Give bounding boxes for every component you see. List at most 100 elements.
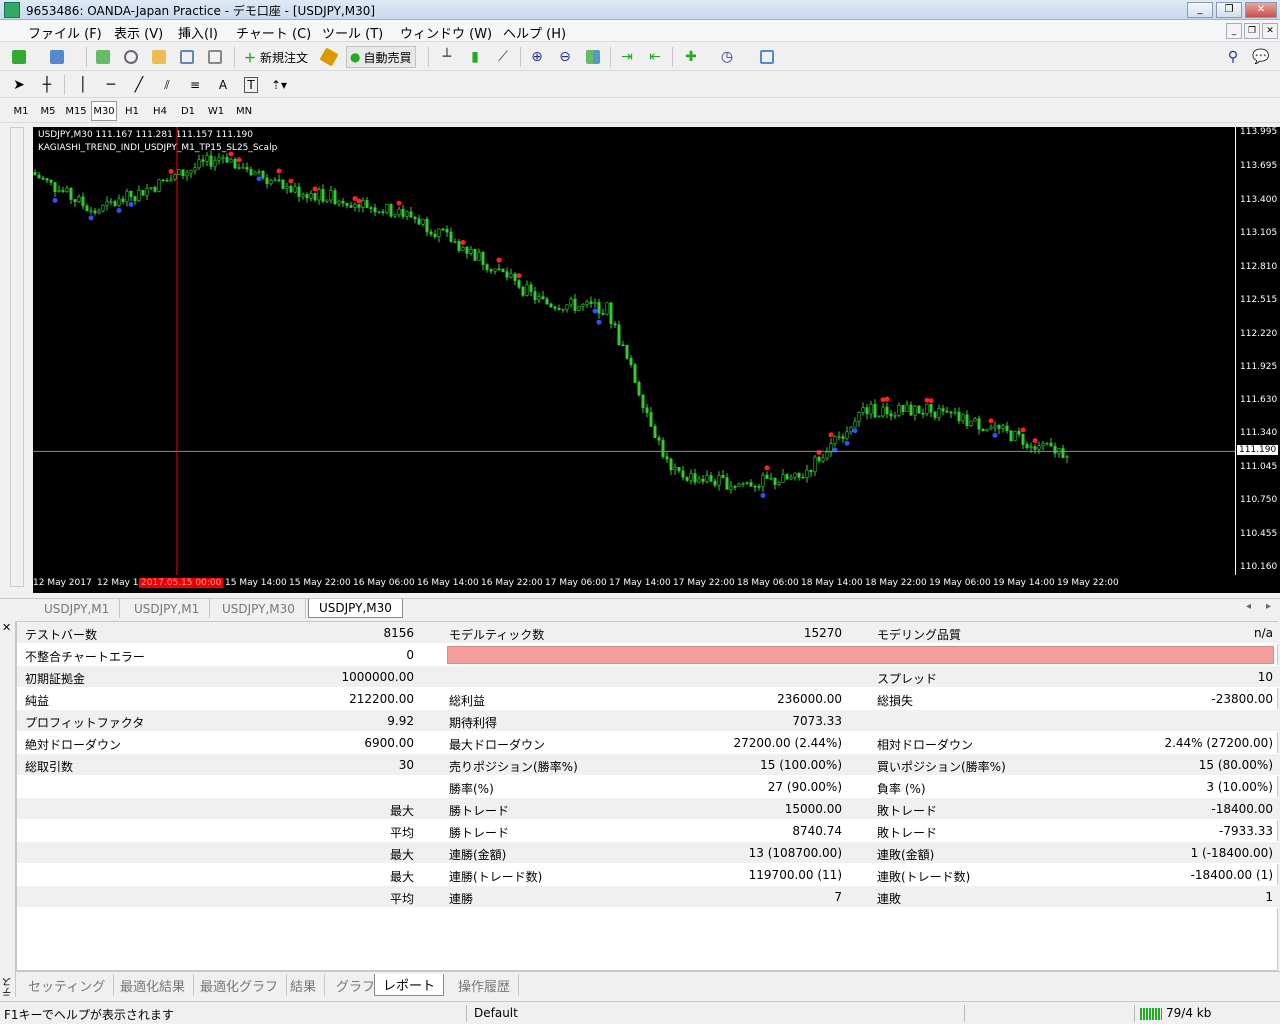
timeframe-w1[interactable]: W1 — [203, 101, 229, 121]
menu-tools[interactable]: ツール (T) — [322, 23, 383, 42]
arrows-icon[interactable]: ⇡▾ — [268, 74, 290, 96]
tab-scroll-right-icon[interactable]: ▸ — [1266, 601, 1271, 612]
candle-body — [561, 308, 565, 311]
menu-help[interactable]: ヘルプ (H) — [503, 23, 566, 42]
candle-body — [717, 475, 721, 486]
tile-windows-icon[interactable] — [582, 46, 604, 68]
candle-body — [441, 228, 445, 231]
chart-tab-usdjpy-m30-a[interactable]: USDJPY,M30 — [212, 599, 306, 618]
menu-chart[interactable]: チャート (C) — [236, 23, 311, 42]
indicators-icon[interactable]: ✚ — [680, 46, 702, 68]
line-chart-icon[interactable]: ⟋ — [492, 46, 514, 68]
candle-body — [473, 249, 477, 261]
metaeditor-icon[interactable] — [318, 46, 340, 68]
strategy-tester-icon[interactable] — [204, 46, 226, 68]
candle-body — [693, 473, 697, 483]
timeframe-m30[interactable]: M30 — [91, 101, 117, 121]
menu-file[interactable]: ファイル (F) — [28, 23, 102, 42]
equidistant-channel-icon[interactable]: ⫽ — [156, 74, 178, 96]
time-tick-label: 15 May 14:00 — [225, 578, 287, 588]
price-tick-label: 110.750 — [1240, 495, 1278, 506]
timeframe-m1[interactable]: M1 — [8, 101, 34, 121]
chart-tab-usdjpy-m30-b[interactable]: USDJPY,M30 — [308, 599, 403, 618]
candle-body — [725, 477, 729, 490]
tester-tab-2[interactable]: 最適化グラフ — [192, 974, 288, 996]
market-watch-icon[interactable] — [92, 46, 114, 68]
timeframe-mn[interactable]: MN — [231, 101, 257, 121]
maximize-button[interactable]: ❐ — [1216, 2, 1242, 18]
zoom-in-icon[interactable]: ⊕ — [526, 46, 548, 68]
menu-view[interactable]: 表示 (V) — [114, 23, 163, 42]
timeframe-h1[interactable]: H1 — [119, 101, 145, 121]
vertical-line-icon[interactable]: │ — [72, 74, 94, 96]
tester-tab-3[interactable]: 結果 — [282, 974, 326, 996]
bar-chart-icon[interactable]: ┴ — [436, 46, 458, 68]
mdi-restore-button[interactable]: ❐ — [1244, 23, 1260, 39]
price-tick-label: 113.400 — [1240, 194, 1278, 205]
candle-body — [281, 179, 285, 189]
chat-icon[interactable]: 💬 — [1250, 46, 1272, 68]
candle-body — [405, 211, 409, 217]
report-cell: 平均 — [389, 826, 414, 840]
candle-body — [365, 200, 369, 208]
terminal-icon[interactable] — [176, 46, 198, 68]
new-order-label: 新規注文 — [260, 50, 309, 65]
tab-scroll-left-icon[interactable]: ◂ — [1246, 601, 1251, 612]
data-window-icon[interactable] — [148, 46, 170, 68]
candle-body — [221, 156, 225, 159]
report-row: テストバー数 8156 モデルティック数 15270 モデリング品質 n/a — [17, 622, 1279, 644]
report-row: 純益 212200.00 総利益 236000.00 総損失 -23800.00 — [17, 688, 1279, 710]
text-label-icon[interactable]: T — [240, 74, 262, 96]
candle-body — [989, 426, 993, 430]
auto-trade-button[interactable]: ● 自動売買 — [346, 46, 416, 68]
profiles-icon[interactable] — [46, 46, 68, 68]
auto-scroll-icon[interactable]: ⇥ — [616, 46, 638, 68]
report-cell: 1 — [1265, 890, 1273, 904]
mdi-close-button[interactable]: ✕ — [1262, 23, 1278, 39]
mdi-minimize-button[interactable]: _ — [1226, 23, 1242, 39]
horizontal-line-icon[interactable]: ─ — [100, 74, 122, 96]
minimize-button[interactable]: _ — [1187, 2, 1213, 18]
tester-scrollbar[interactable] — [10, 127, 24, 587]
candle-body — [873, 404, 877, 418]
templates-icon[interactable] — [756, 46, 778, 68]
candle-body — [53, 182, 57, 192]
chart-tab-usdjpy-m1-b[interactable]: USDJPY,M1 — [124, 599, 211, 618]
timeframe-d1[interactable]: D1 — [175, 101, 201, 121]
cursor-icon[interactable]: ➤ — [8, 74, 30, 96]
periods-icon[interactable]: ◷ — [716, 46, 738, 68]
text-icon[interactable]: A — [212, 74, 234, 96]
signal-marker — [460, 239, 466, 245]
candle-body — [749, 482, 753, 487]
candle-body — [513, 273, 517, 281]
chart-tab-usdjpy-m1-a[interactable]: USDJPY,M1 — [34, 599, 121, 618]
tester-tab-1[interactable]: 最適化結果 — [112, 974, 195, 996]
report-cell: n/a — [1253, 626, 1273, 640]
tester-tab-6[interactable]: 操作履歴 — [450, 974, 520, 996]
candle-body — [573, 298, 577, 311]
tester-tab-0[interactable]: セッティング — [20, 974, 115, 996]
menu-insert[interactable]: 挿入(I) — [178, 23, 218, 42]
candle-body — [229, 158, 233, 163]
timeframe-m15[interactable]: M15 — [63, 101, 89, 121]
timeframe-m5[interactable]: M5 — [35, 101, 61, 121]
price-chart[interactable]: USDJPY,M30 111.167 111.281 111.157 111.1… — [33, 127, 1235, 575]
search-icon[interactable]: ⚲ — [1222, 46, 1244, 68]
menu-window[interactable]: ウィンドウ (W) — [400, 23, 492, 42]
trendline-icon[interactable]: ╱ — [128, 74, 150, 96]
candle-body — [1029, 446, 1033, 449]
new-order-button[interactable]: ＋ 新規注文 — [240, 46, 312, 68]
navigator-icon[interactable] — [120, 46, 142, 68]
chart-shift-icon[interactable]: ⇤ — [644, 46, 666, 68]
new-chart-icon[interactable] — [8, 46, 30, 68]
candle-body — [837, 436, 841, 438]
close-button[interactable]: ✕ — [1245, 2, 1277, 18]
tester-tab-5[interactable]: レポート — [374, 974, 445, 996]
crosshair-icon[interactable]: ┼ — [36, 74, 58, 96]
candlestick-icon[interactable]: ▮ — [464, 46, 486, 68]
fibonacci-icon[interactable]: ≡ — [184, 74, 206, 96]
zoom-out-icon[interactable]: ⊖ — [554, 46, 576, 68]
timeframe-h4[interactable]: H4 — [147, 101, 173, 121]
panel-close-icon[interactable]: ✕ — [2, 621, 11, 634]
report-cell: 最大 — [389, 804, 414, 818]
